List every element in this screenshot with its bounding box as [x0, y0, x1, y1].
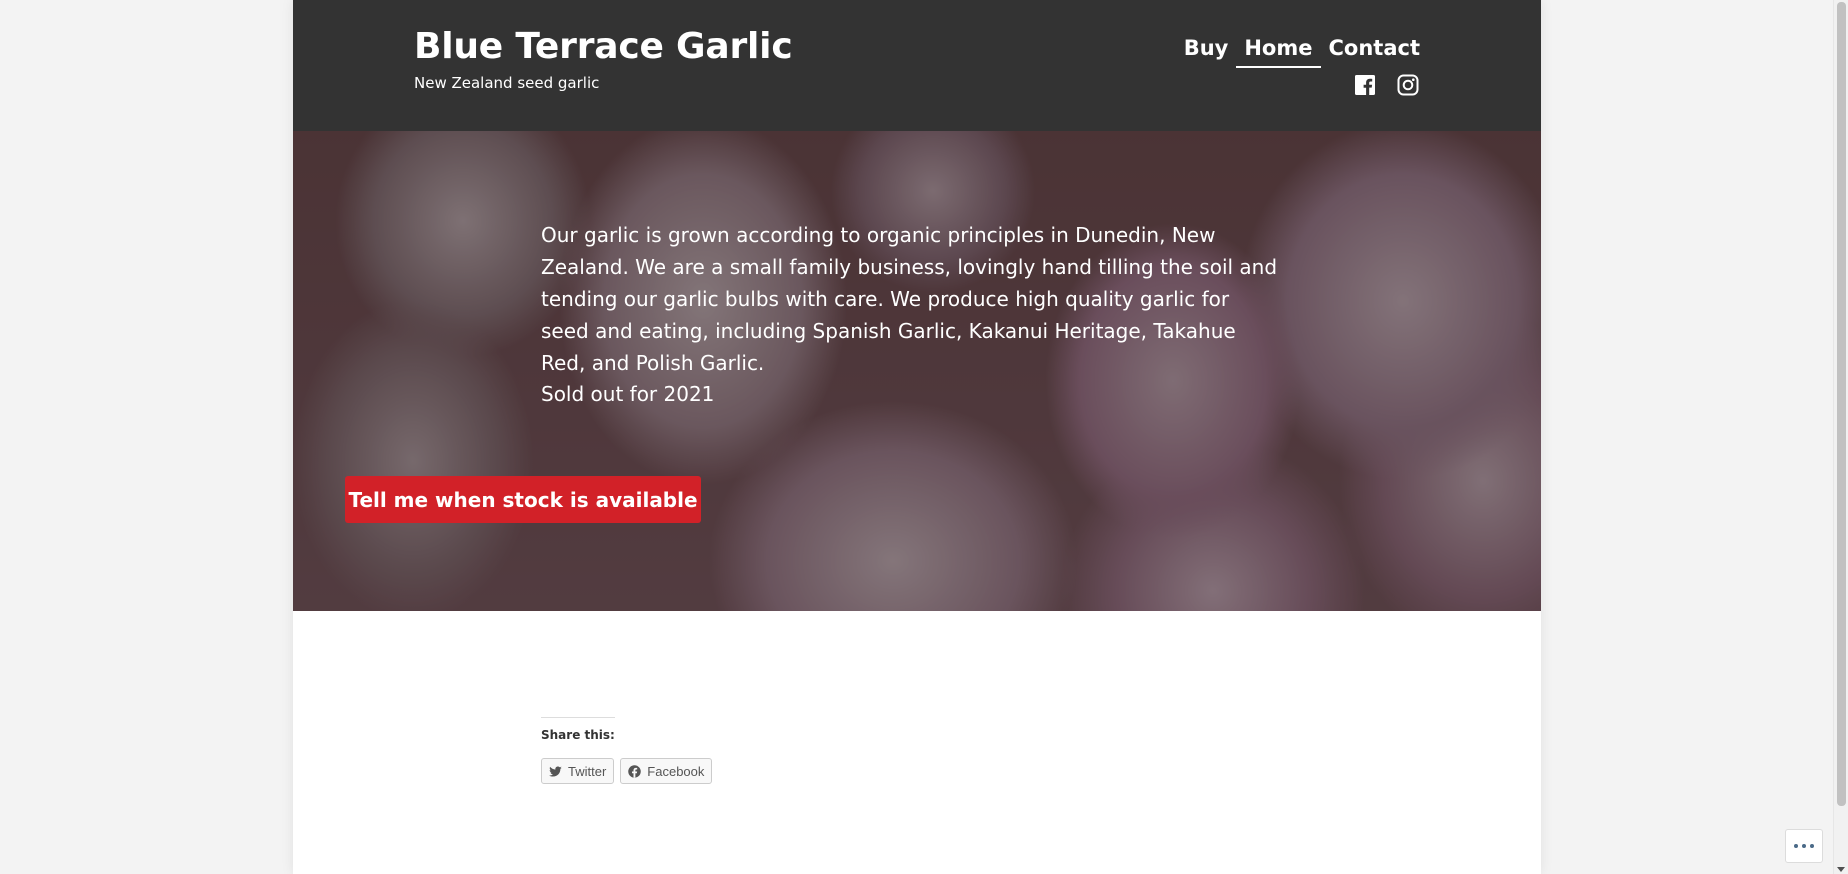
share-heading: Share this: — [541, 717, 615, 742]
share-twitter-label: Twitter — [568, 763, 607, 779]
share-buttons: Twitter Facebook — [541, 758, 713, 784]
hero-description: Our garlic is grown according to organic… — [541, 223, 1278, 375]
scroll-down-arrow-icon[interactable] — [1837, 867, 1845, 872]
instagram-icon[interactable] — [1396, 73, 1420, 97]
share-facebook-label: Facebook — [647, 763, 705, 779]
site-title[interactable]: Blue Terrace Garlic — [414, 26, 793, 67]
more-dot — [1802, 844, 1806, 848]
more-dot — [1810, 844, 1814, 848]
share-twitter-button[interactable]: Twitter — [541, 758, 615, 784]
site-header: Blue Terrace Garlic New Zealand seed gar… — [293, 0, 1541, 131]
hero-banner: Our garlic is grown according to organic… — [293, 131, 1541, 611]
page: Blue Terrace Garlic New Zealand seed gar… — [293, 0, 1541, 874]
share-section: Share this: Twitter Facebook — [541, 717, 713, 784]
twitter-icon — [548, 764, 563, 779]
share-facebook-button[interactable]: Facebook — [620, 758, 713, 784]
nav-item-buy[interactable]: Buy — [1176, 36, 1237, 68]
facebook-icon[interactable] — [1353, 73, 1377, 97]
scrollbar-thumb[interactable] — [1837, 2, 1846, 806]
notify-stock-button[interactable]: Tell me when stock is available — [345, 476, 701, 523]
facebook-icon — [627, 764, 642, 779]
more-actions-button[interactable] — [1785, 829, 1823, 863]
site-tagline: New Zealand seed garlic — [414, 74, 600, 92]
main-nav: Buy Home Contact — [1176, 36, 1420, 68]
vertical-scrollbar[interactable] — [1833, 0, 1848, 874]
nav-item-home[interactable]: Home — [1236, 36, 1321, 68]
social-nav — [1353, 73, 1420, 97]
nav-item-contact[interactable]: Contact — [1321, 36, 1421, 68]
more-dots-icon — [1794, 844, 1798, 848]
stock-status: Sold out for 2021 — [541, 382, 715, 406]
